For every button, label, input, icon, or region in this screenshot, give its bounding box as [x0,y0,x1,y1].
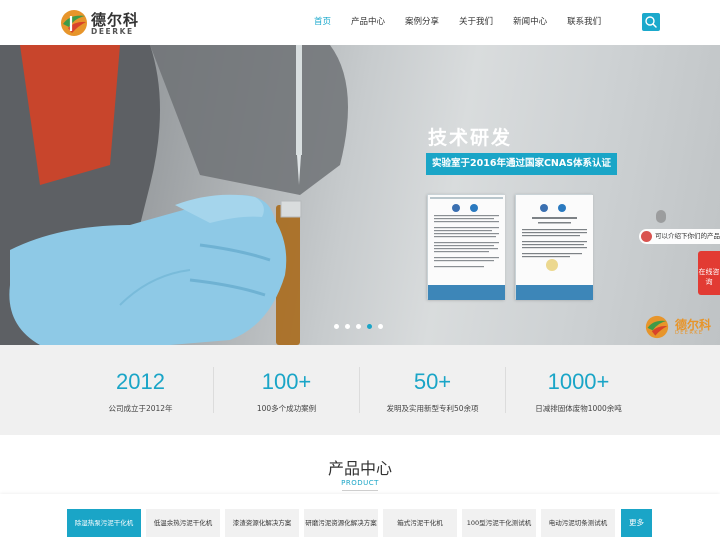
product-section-subtitle: PRODUCT [341,479,379,487]
certificate-a-graphic [428,195,505,300]
product-tab-1[interactable]: 除湿热泵污泥干化机 [67,509,141,537]
chat-prompt-text-2: 可以介绍下你们的产品么 [655,232,720,240]
slide-dot[interactable] [345,324,350,329]
search-button[interactable] [642,13,660,31]
product-tab-7[interactable]: 电动污泥切条测试机 [541,509,615,537]
certificate-b-graphic [516,195,593,300]
section-divider [342,490,378,491]
banner-watermark-logo: 德尔科 DEERKE [645,315,715,339]
nav-news[interactable]: 新闻中心 [503,0,557,45]
product-tab-4[interactable]: 研磨污泥资源化解决方案 [304,509,378,537]
online-consult-button[interactable]: 在线咨询 [698,251,720,295]
chat-avatar-icon [641,231,652,242]
nav-contact[interactable]: 联系我们 [557,0,611,45]
nav-cases[interactable]: 案例分享 [395,0,449,45]
nav-products[interactable]: 产品中心 [341,0,395,45]
banner-subtitle: 实验室于2016年通过国家CNAS体系认证 [426,153,618,175]
site-logo[interactable]: 德尔科 DEERKE [60,8,140,38]
product-tab-3[interactable]: 漆渣资源化解决方案 [225,509,299,537]
hero-banner[interactable]: 技术研发 实验室于2016年通过国家CNAS体系认证 可以介绍下你们的产品么 在… [0,45,720,345]
stat-label: 日减排固体废物1000余吨 [535,404,622,413]
logo-mark-icon [61,10,87,36]
product-tab-2[interactable]: 低温余热污泥干化机 [146,509,220,537]
logo-text-en: DEERKE [91,27,134,36]
product-tab-5[interactable]: 箱式污泥干化机 [383,509,457,537]
banner-title: 技术研发 [428,127,513,149]
chat-prompt-bubble-2[interactable]: 可以介绍下你们的产品么 [639,229,720,244]
slide-dot[interactable] [356,324,361,329]
product-tab-6[interactable]: 100型污泥干化测试机 [462,509,536,537]
nav-about[interactable]: 关于我们 [449,0,503,45]
product-tabs: 除湿热泵污泥干化机 低温余热污泥干化机 漆渣资源化解决方案 研磨污泥资源化解决方… [0,494,720,540]
site-header: 德尔科 DEERKE 首页 产品中心 案例分享 关于我们 新闻中心 联系我们 [0,0,720,45]
certificate-image-english [427,194,505,300]
watermark-logo-icon [645,315,669,339]
stats-section: 2012 公司成立于2012年 100+ 100多个成功案例 50+ 发明及实用… [0,345,720,435]
slide-dot[interactable] [334,324,339,329]
chat-prompt-bubble-1[interactable]: ​ [656,210,666,223]
stat-number: 1000+ [547,369,610,394]
main-nav: 首页 产品中心 案例分享 关于我们 新闻中心 联系我们 [304,0,611,45]
slide-dot[interactable] [378,324,383,329]
certificate-image-chinese [515,194,593,300]
product-section-title: 产品中心 [327,459,392,478]
lab-photo-illustration [0,45,348,345]
more-products-button[interactable]: 更多 [621,509,652,537]
stat-item-waste: 1000+ 日减排固体废物1000余吨 [491,345,666,435]
online-consult-label: 在线咨询 [698,268,720,286]
slide-dot-active[interactable] [367,324,372,329]
watermark-text-en: DEERKE [675,330,704,336]
nav-home[interactable]: 首页 [304,0,341,45]
search-icon [645,16,657,28]
slide-indicators [334,324,389,329]
